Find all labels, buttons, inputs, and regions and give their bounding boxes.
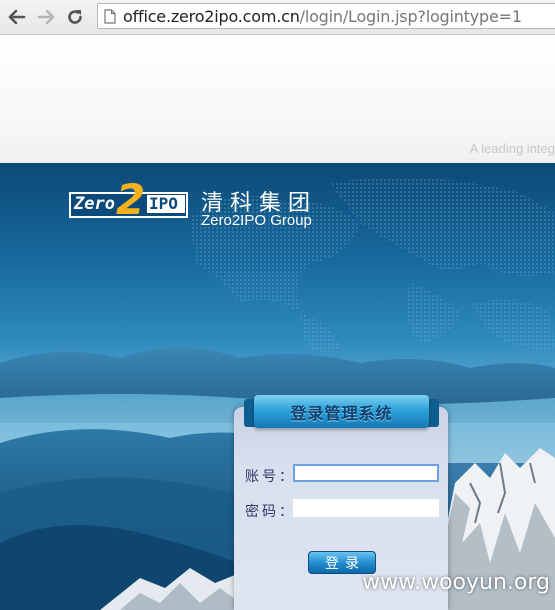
brand-name-en: Zero2IPO Group <box>201 212 312 229</box>
page-icon <box>104 9 116 24</box>
password-label: 密码： <box>245 503 296 519</box>
browser-toolbar: office.zero2ipo.com.cn/login/Login.jsp?l… <box>0 0 555 35</box>
account-input[interactable] <box>293 464 439 482</box>
watermark: www.wooyun.org <box>362 570 550 595</box>
url-host: office.zero2ipo.com.cn <box>123 7 300 26</box>
url-text: office.zero2ipo.com.cn/login/Login.jsp?l… <box>123 7 522 26</box>
back-button[interactable] <box>5 5 29 29</box>
address-bar[interactable]: office.zero2ipo.com.cn/login/Login.jsp?l… <box>97 3 555 29</box>
logo-two-mark: 2 <box>116 175 146 224</box>
login-title-ribbon: 登录管理系统 <box>254 395 429 428</box>
password-input[interactable] <box>293 499 439 517</box>
account-label: 账号： <box>245 468 296 484</box>
forward-arrow-icon <box>37 9 55 25</box>
forward-button[interactable] <box>34 5 58 29</box>
back-arrow-icon <box>8 9 26 25</box>
logo-ipo-text: IPO <box>149 194 178 213</box>
login-title: 登录管理系统 <box>290 405 393 423</box>
reload-button[interactable] <box>63 5 87 29</box>
tagline: A leading integ <box>469 141 555 156</box>
reload-icon <box>68 10 82 24</box>
url-path: /login/Login.jsp?logintype=1 <box>299 7 522 26</box>
logo-zero-text: Zero <box>74 194 115 214</box>
